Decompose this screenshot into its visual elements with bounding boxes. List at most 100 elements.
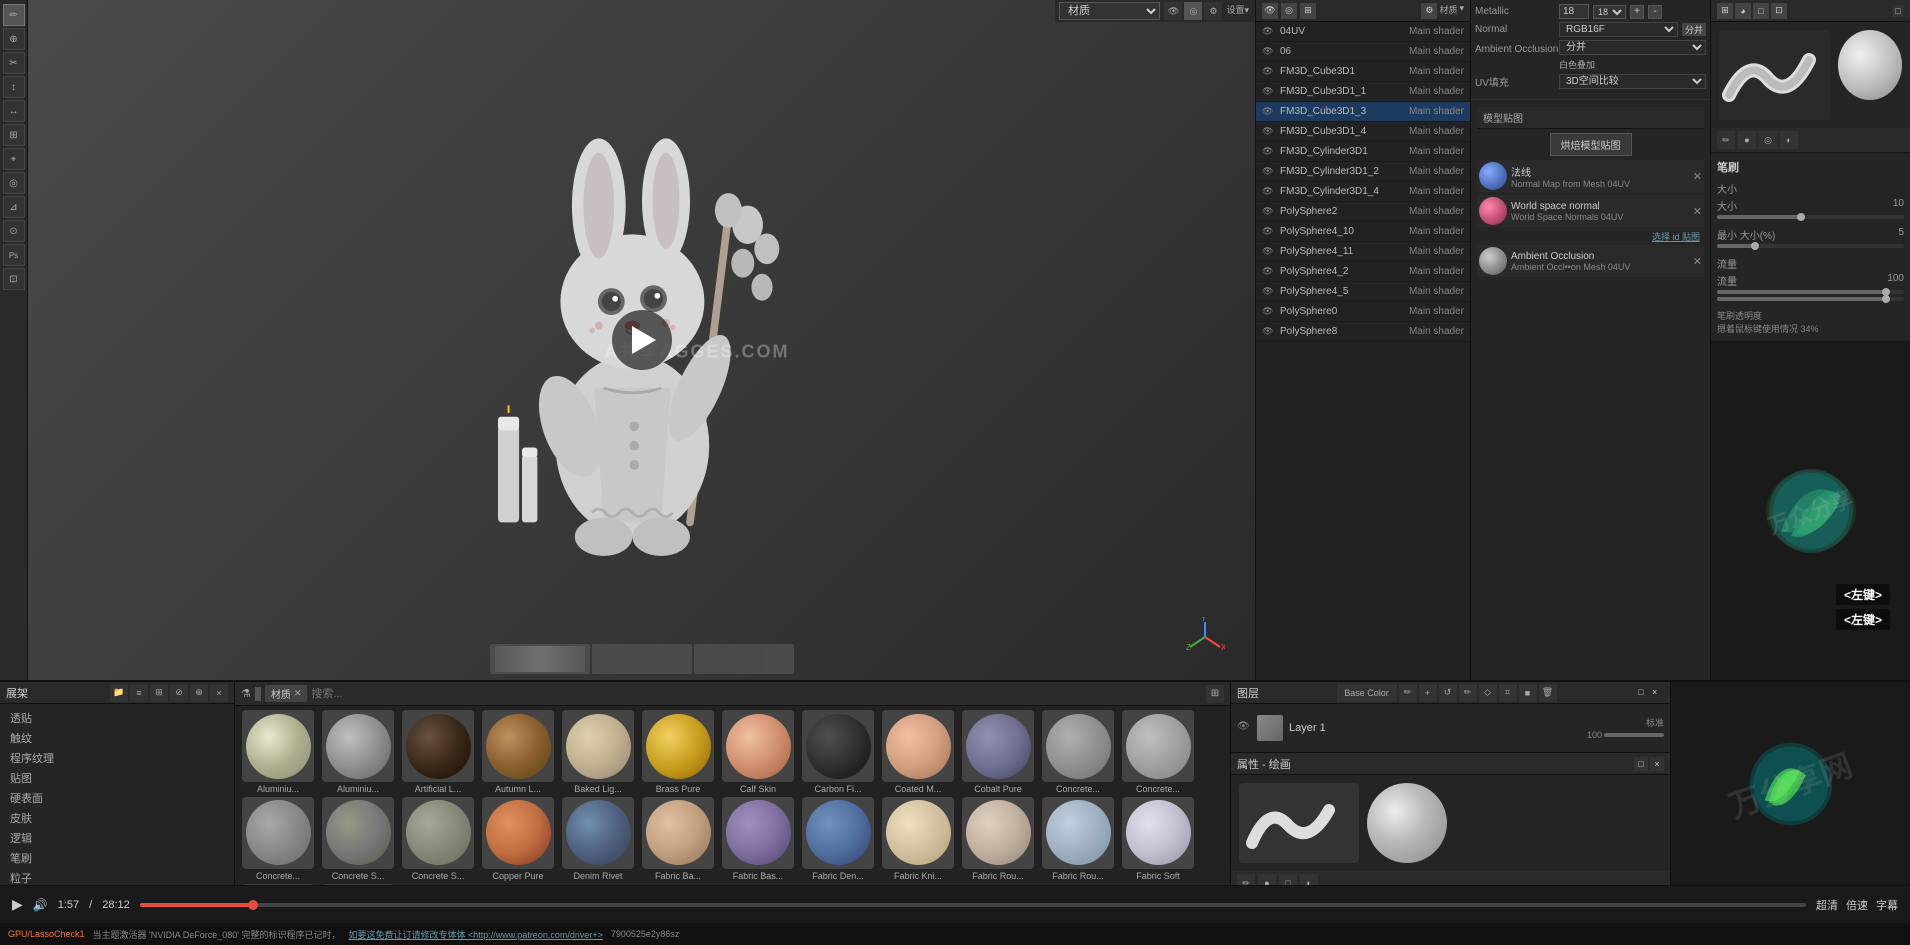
materials-grid-view-btn[interactable]: ⊞ xyxy=(1206,685,1224,703)
brush-opacity-slider[interactable] xyxy=(1717,290,1904,294)
mat-tag-close[interactable]: ✕ xyxy=(294,688,302,699)
asset-icon-list[interactable]: ≡ xyxy=(130,684,148,702)
video-progress-bar[interactable] xyxy=(140,903,1806,907)
mat-item-fabric-soft[interactable]: Fabric Soft xyxy=(1119,797,1197,882)
fr-icon-4[interactable]: ⊡ xyxy=(1771,3,1787,19)
world-normal-close[interactable]: ✕ xyxy=(1693,205,1702,218)
mat-item-denim[interactable]: Denim Rivet xyxy=(559,797,637,882)
tool-grid[interactable]: ⊞ xyxy=(3,124,25,146)
shader-item-polysphere4-11[interactable]: 👁 PolySphere4_11 Main shader xyxy=(1256,242,1470,262)
layer-tool-square[interactable]: ■ xyxy=(1519,684,1537,702)
subtitle-btn[interactable]: 字幕 xyxy=(1876,897,1898,913)
mat-item-baked[interactable]: Baked Lig... xyxy=(559,710,637,795)
asset-cat-textures[interactable]: 贴图 xyxy=(4,768,230,788)
brush-size-thumb[interactable] xyxy=(1797,213,1805,221)
layer-basecolor-btn[interactable]: Base Color xyxy=(1337,684,1397,702)
uv-select[interactable]: 3D空间比较 xyxy=(1559,74,1706,89)
shader-item-fm3d-cube1[interactable]: 👁 FM3D_Cube3D1 Main shader xyxy=(1256,62,1470,82)
mat-item-skin[interactable]: Calf Skin xyxy=(719,710,797,795)
mat-item-fabric-den[interactable]: Fabric Den... xyxy=(799,797,877,882)
asset-cat-hard-surface[interactable]: 硬表面 xyxy=(4,788,230,808)
asset-cat-stencil[interactable]: 触纹 xyxy=(4,728,230,748)
metallic-minus[interactable]: + xyxy=(1630,5,1644,19)
asset-cat-brush[interactable]: 笔刷 xyxy=(4,848,230,868)
tool-dot[interactable]: ⊙ xyxy=(3,220,25,242)
asset-icon-add[interactable]: ⊕ xyxy=(190,684,208,702)
id-map-link[interactable]: 选择 id 贴图 xyxy=(1481,230,1700,243)
mat-item-fabric-bas2[interactable]: Fabric Bas... xyxy=(719,797,797,882)
layer-tool-plus[interactable]: + xyxy=(1419,684,1437,702)
tool-add[interactable]: ⊕ xyxy=(3,28,25,50)
normal-map-close[interactable]: ✕ xyxy=(1693,170,1702,183)
bake-button[interactable]: 烘焙模型贴图 xyxy=(1550,133,1632,156)
brush-icon-pencil[interactable]: ✏ xyxy=(1717,131,1735,149)
play-button[interactable] xyxy=(612,310,672,370)
normal-blend[interactable]: 分并 xyxy=(1682,23,1706,36)
mat-item-leather-dark[interactable]: Artificial L... xyxy=(399,710,477,795)
video-progress-thumb[interactable] xyxy=(248,900,258,910)
normal-select[interactable]: RGB16F xyxy=(1559,22,1678,37)
tool-circle[interactable]: ◎ xyxy=(3,172,25,194)
tool-pencil[interactable]: ✏ xyxy=(3,4,25,26)
mat-item-conc-s1[interactable]: Concrete S... xyxy=(319,797,397,882)
shader-item-polysphere4-10[interactable]: 👁 PolySphere4_10 Main shader xyxy=(1256,222,1470,242)
icon-grid[interactable]: ⊞ xyxy=(1300,3,1316,19)
collapse-btn[interactable]: □ xyxy=(1892,5,1904,17)
asset-icon-folder[interactable]: 📁 xyxy=(110,684,128,702)
shader-item-fm3d-cyl1[interactable]: 👁 FM3D_Cylinder3D1 Main shader xyxy=(1256,142,1470,162)
materials-search[interactable] xyxy=(311,688,1202,700)
layer-tool-pencil[interactable]: ✏ xyxy=(1399,684,1417,702)
metallic-select[interactable]: 18 xyxy=(1593,5,1626,19)
layer-close-btn[interactable]: × xyxy=(1652,687,1664,699)
layer-tool-chain[interactable]: ◇ xyxy=(1479,684,1497,702)
asset-cat-skin[interactable]: 皮肤 xyxy=(4,808,230,828)
filter-bar[interactable] xyxy=(255,687,261,701)
mat-item-metal-dark[interactable]: Aluminiu... xyxy=(319,710,397,795)
mat-item-brass[interactable]: Brass Pure xyxy=(639,710,717,795)
shader-item-fm3d-cyl1-2[interactable]: 👁 FM3D_Cylinder3D1_2 Main shader xyxy=(1256,162,1470,182)
shader-item-polysphere0[interactable]: 👁 PolySphere0 Main shader xyxy=(1256,302,1470,322)
mat-item-carbon[interactable]: Carbon Fi... xyxy=(799,710,877,795)
layer-eye-icon[interactable]: 👁 xyxy=(1237,721,1251,735)
mat-item-concrete2[interactable]: Concrete... xyxy=(1119,710,1197,795)
fr-icon-2[interactable]: ◕ xyxy=(1735,3,1751,19)
fr-icon-1[interactable]: ⊞ xyxy=(1717,3,1733,19)
paint-expand[interactable]: □ xyxy=(1634,757,1648,771)
brush-minsize-thumb[interactable] xyxy=(1751,242,1759,250)
icon-eye[interactable]: 👁 xyxy=(1262,3,1278,19)
asset-icon-collapse[interactable]: × xyxy=(210,684,228,702)
layer-tool-edit[interactable]: ✏ xyxy=(1459,684,1477,702)
mat-item-cobalt[interactable]: Cobalt Pure xyxy=(959,710,1037,795)
layer-tool-grid[interactable]: ⌗ xyxy=(1499,684,1517,702)
paint-close[interactable]: × xyxy=(1650,757,1664,771)
thumb-2[interactable] xyxy=(592,644,692,674)
tool-square[interactable]: ⊡ xyxy=(3,268,25,290)
brush-minsize-slider[interactable] xyxy=(1717,244,1904,248)
mat-item-metal[interactable]: Aluminiu... xyxy=(239,710,317,795)
volume-btn[interactable]: 🔊 xyxy=(33,898,48,912)
shader-item-polysphere4-2[interactable]: 👁 PolySphere4_2 Main shader xyxy=(1256,262,1470,282)
asset-cat-alpha[interactable]: 透贴 xyxy=(4,708,230,728)
tool-ps[interactable]: Ps xyxy=(3,244,25,266)
icon-settings-gear[interactable]: ⚙ xyxy=(1421,3,1437,19)
asset-icon-grid-view[interactable]: ⊞ xyxy=(150,684,168,702)
brush-icon-target[interactable]: ◎ xyxy=(1759,131,1777,149)
fr-icon-3[interactable]: □ xyxy=(1753,3,1769,19)
thumb-3[interactable] xyxy=(694,644,794,674)
shader-item-fm3d-cyl1-4[interactable]: 👁 FM3D_Cylinder3D1_4 Main shader xyxy=(1256,182,1470,202)
asset-cat-logic[interactable]: 逻辑 xyxy=(4,828,230,848)
brush-opacity-thumb2[interactable] xyxy=(1882,295,1890,303)
hd-btn[interactable]: 超清 xyxy=(1816,897,1838,913)
shader-item-polysphere2[interactable]: 👁 PolySphere2 Main shader xyxy=(1256,202,1470,222)
shader-item-polysphere8[interactable]: 👁 PolySphere8 Main shader xyxy=(1256,322,1470,342)
mat-item-fabric-rou2[interactable]: Fabric Rou... xyxy=(1039,797,1117,882)
mat-item-concrete3[interactable]: Concrete... xyxy=(239,797,317,882)
layer-tool-undo[interactable]: ↺ xyxy=(1439,684,1457,702)
shader-item-fm3d-cube1-1[interactable]: 👁 FM3D_Cube3D1_1 Main shader xyxy=(1256,82,1470,102)
shader-item-fm3d-cube1-4[interactable]: 👁 FM3D_Cube3D1_4 Main shader xyxy=(1256,122,1470,142)
mat-item-copper[interactable]: Copper Pure xyxy=(479,797,557,882)
mat-item-fabric-kni[interactable]: Fabric Kni... xyxy=(879,797,957,882)
layer-opacity-slider[interactable] xyxy=(1604,733,1664,737)
mat-item-fabric-rou1[interactable]: Fabric Rou... xyxy=(959,797,1037,882)
brush-size-slider[interactable] xyxy=(1717,215,1904,219)
